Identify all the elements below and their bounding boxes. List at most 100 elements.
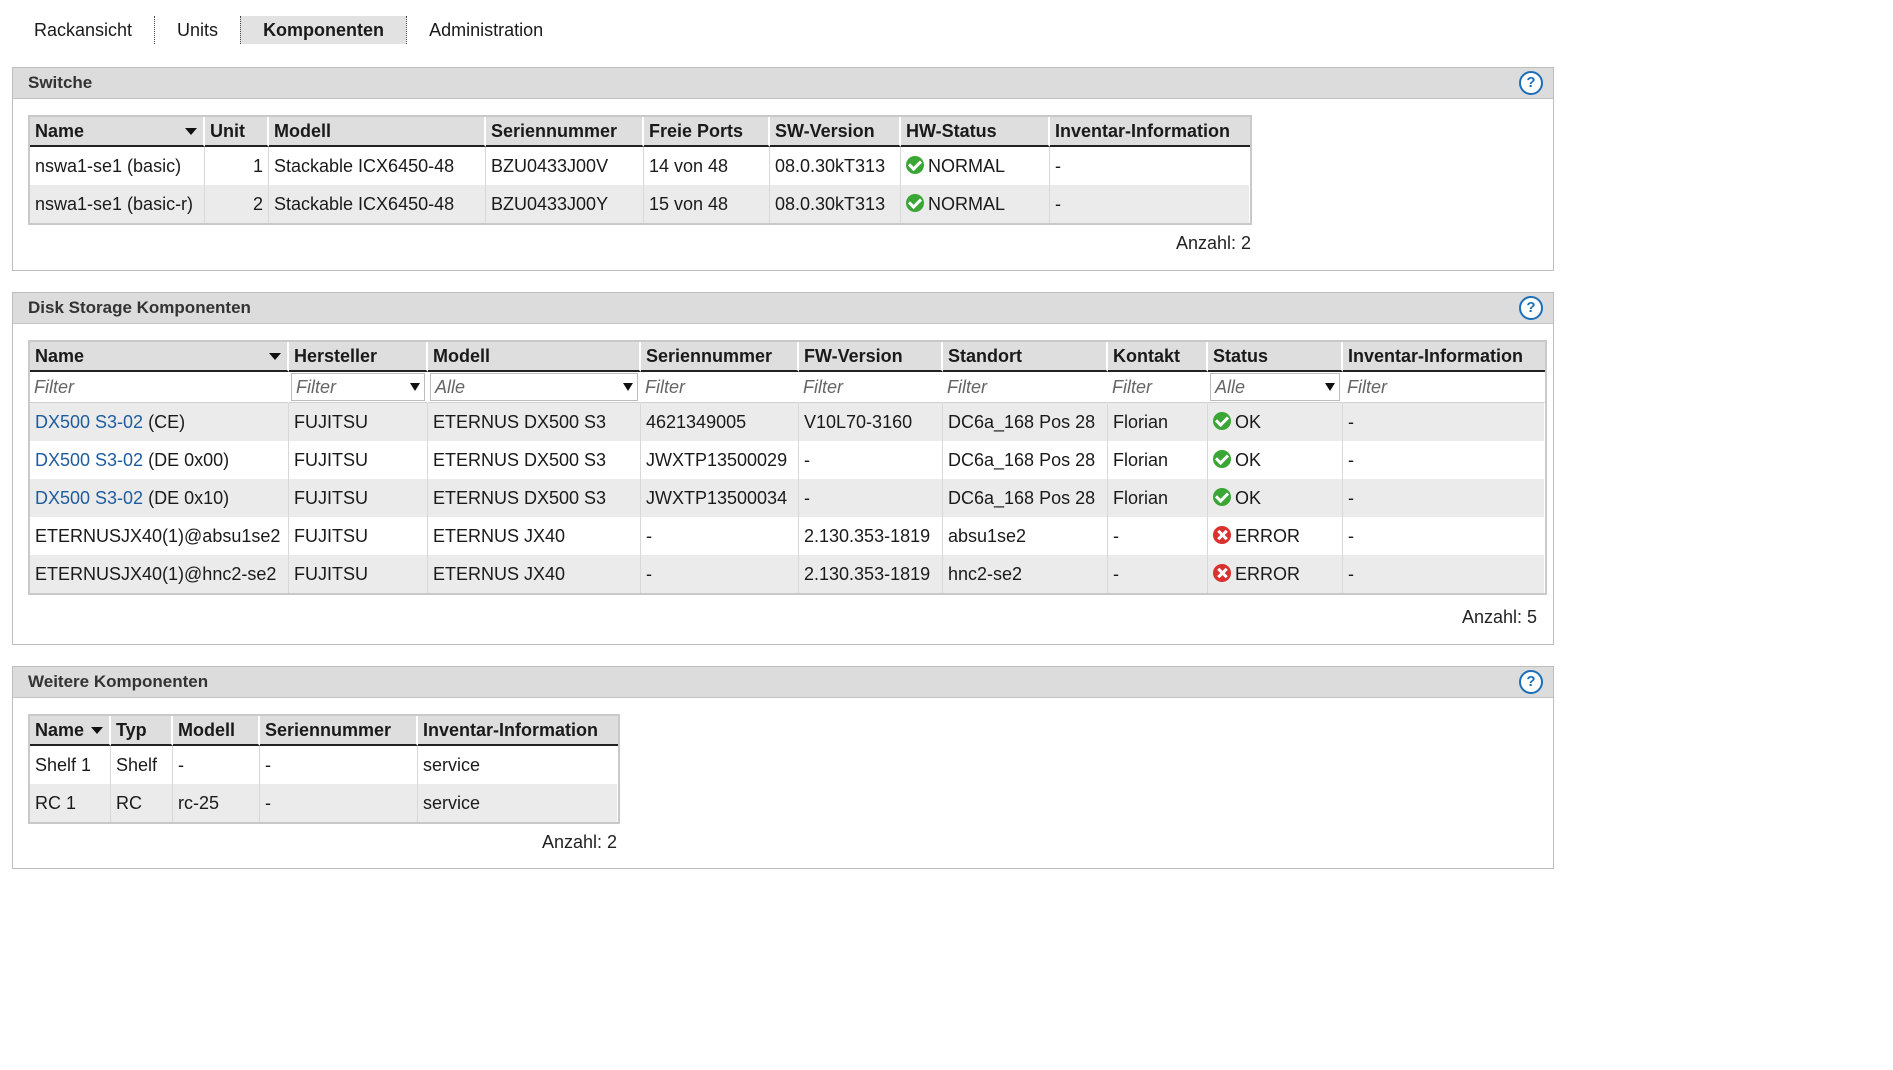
ok-icon bbox=[1213, 449, 1231, 468]
disk-fw-version: - bbox=[799, 441, 943, 479]
help-icon[interactable]: ? bbox=[1519, 670, 1543, 694]
table-row[interactable]: DX500 S3-02 (DE 0x10) FUJITSU ETERNUS DX… bbox=[30, 479, 1545, 517]
disk-serial: JWXTP13500029 bbox=[641, 441, 799, 479]
filter-vendor-cell: Filter bbox=[289, 372, 428, 403]
column-header-name[interactable]: Name bbox=[30, 117, 205, 147]
column-header-model[interactable]: Modell bbox=[173, 716, 260, 746]
switch-serial: BZU0433J00Y bbox=[486, 185, 644, 223]
switch-sw-version: 08.0.30kT313 bbox=[770, 147, 901, 185]
filter-serial-input[interactable]: Filter bbox=[643, 374, 796, 400]
component-name: Shelf 1 bbox=[30, 746, 111, 784]
filter-model-dropdown[interactable]: Alle bbox=[430, 373, 638, 401]
table-row[interactable]: nswa1-se1 (basic) 1 Stackable ICX6450-48… bbox=[30, 147, 1250, 185]
filter-name-cell: Filter bbox=[30, 372, 289, 403]
disk-status: OK bbox=[1208, 441, 1343, 479]
table-row[interactable]: DX500 S3-02 (DE 0x00) FUJITSU ETERNUS DX… bbox=[30, 441, 1545, 479]
filter-contact-cell: Filter bbox=[1108, 372, 1208, 403]
table-row[interactable]: Shelf 1 Shelf - - service bbox=[30, 746, 618, 784]
disk-inventory: - bbox=[1343, 403, 1545, 441]
column-header-status[interactable]: Status bbox=[1208, 342, 1343, 372]
column-header-location[interactable]: Standort bbox=[943, 342, 1108, 372]
column-header-fw-version[interactable]: FW-Version bbox=[799, 342, 943, 372]
column-header-model[interactable]: Modell bbox=[269, 117, 486, 147]
tab-units[interactable]: Units bbox=[154, 16, 240, 44]
disk-location: DC6a_168 Pos 28 bbox=[943, 403, 1108, 441]
switch-serial: BZU0433J00V bbox=[486, 147, 644, 185]
sort-desc-icon bbox=[91, 727, 103, 734]
sort-desc-icon bbox=[185, 128, 197, 135]
ok-icon bbox=[1213, 411, 1231, 430]
column-header-name[interactable]: Name bbox=[30, 716, 111, 746]
column-header-hw-status[interactable]: HW-Status bbox=[901, 117, 1050, 147]
column-header-free-ports[interactable]: Freie Ports bbox=[644, 117, 770, 147]
disk-serial: - bbox=[641, 555, 799, 593]
column-header-inventory[interactable]: Inventar-Information bbox=[418, 716, 618, 746]
column-header-vendor[interactable]: Hersteller bbox=[289, 342, 428, 372]
switch-free-ports: 15 von 48 bbox=[644, 185, 770, 223]
column-header-contact[interactable]: Kontakt bbox=[1108, 342, 1208, 372]
column-header-serial[interactable]: Seriennummer bbox=[486, 117, 644, 147]
switches-panel-header: Switche ? bbox=[13, 68, 1553, 99]
disk-storage-count: Anzahl: 5 bbox=[1461, 607, 1537, 627]
disk-name-link[interactable]: DX500 S3-02 bbox=[35, 450, 143, 470]
switches-table: Name Unit Modell Seriennummer Freie Port… bbox=[28, 115, 1252, 225]
tab-administration[interactable]: Administration bbox=[406, 16, 565, 44]
column-header-sw-version[interactable]: SW-Version bbox=[770, 117, 901, 147]
table-row[interactable]: ETERNUSJX40(1)@hnc2-se2 FUJITSU ETERNUS … bbox=[30, 555, 1545, 593]
error-icon bbox=[1213, 563, 1231, 582]
component-type: Shelf bbox=[111, 746, 173, 784]
help-icon[interactable]: ? bbox=[1519, 71, 1543, 95]
column-header-inventory[interactable]: Inventar-Information bbox=[1343, 342, 1545, 372]
disk-vendor: FUJITSU bbox=[289, 517, 428, 555]
filter-status-dropdown[interactable]: Alle bbox=[1210, 373, 1340, 401]
table-header-row: Name Hersteller Modell Seriennummer FW-V… bbox=[30, 342, 1545, 372]
table-row[interactable]: RC 1 RC rc-25 - service bbox=[30, 784, 618, 822]
disk-inventory: - bbox=[1343, 479, 1545, 517]
disk-name-link[interactable]: DX500 S3-02 bbox=[35, 412, 143, 432]
filter-contact-input[interactable]: Filter bbox=[1110, 374, 1205, 400]
disk-contact: Florian bbox=[1108, 403, 1208, 441]
filter-inventory-input[interactable]: Filter bbox=[1345, 374, 1542, 400]
other-components-panel: Weitere Komponenten ? Name Typ Modell Se… bbox=[12, 666, 1554, 869]
filter-location-input[interactable]: Filter bbox=[945, 374, 1105, 400]
disk-location: DC6a_168 Pos 28 bbox=[943, 479, 1108, 517]
table-row[interactable]: DX500 S3-02 (CE) FUJITSU ETERNUS DX500 S… bbox=[30, 403, 1545, 441]
ok-icon bbox=[906, 193, 924, 212]
ok-icon bbox=[1213, 487, 1231, 506]
disk-vendor: FUJITSU bbox=[289, 479, 428, 517]
switch-hw-status: NORMAL bbox=[901, 185, 1050, 223]
error-icon bbox=[1213, 525, 1231, 544]
filter-serial-cell: Filter bbox=[641, 372, 799, 403]
filter-fw-input[interactable]: Filter bbox=[801, 374, 940, 400]
column-header-type[interactable]: Typ bbox=[111, 716, 173, 746]
disk-storage-panel-title: Disk Storage Komponenten bbox=[28, 298, 251, 317]
column-header-unit[interactable]: Unit bbox=[205, 117, 269, 147]
tab-rackansicht[interactable]: Rackansicht bbox=[22, 16, 154, 44]
disk-inventory: - bbox=[1343, 441, 1545, 479]
switch-unit: 2 bbox=[205, 185, 269, 223]
disk-model: ETERNUS DX500 S3 bbox=[428, 403, 641, 441]
column-header-serial[interactable]: Seriennummer bbox=[641, 342, 799, 372]
filter-fw-cell: Filter bbox=[799, 372, 943, 403]
disk-status: ERROR bbox=[1208, 555, 1343, 593]
column-header-inventory[interactable]: Inventar-Information bbox=[1050, 117, 1250, 147]
component-type: RC bbox=[111, 784, 173, 822]
table-row[interactable]: nswa1-se1 (basic-r) 2 Stackable ICX6450-… bbox=[30, 185, 1250, 223]
filter-vendor-dropdown[interactable]: Filter bbox=[291, 373, 425, 401]
filter-name-input[interactable]: Filter bbox=[32, 374, 286, 400]
tab-komponenten[interactable]: Komponenten bbox=[240, 16, 407, 44]
disk-model: ETERNUS JX40 bbox=[428, 517, 641, 555]
column-header-serial[interactable]: Seriennummer bbox=[260, 716, 418, 746]
column-header-name[interactable]: Name bbox=[30, 342, 289, 372]
disk-serial: 4621349005 bbox=[641, 403, 799, 441]
disk-name-link[interactable]: DX500 S3-02 bbox=[35, 488, 143, 508]
switch-free-ports: 14 von 48 bbox=[644, 147, 770, 185]
disk-model: ETERNUS JX40 bbox=[428, 555, 641, 593]
other-components-count: Anzahl: 2 bbox=[541, 832, 617, 852]
column-header-model[interactable]: Modell bbox=[428, 342, 641, 372]
help-icon[interactable]: ? bbox=[1519, 296, 1543, 320]
dropdown-arrow-icon bbox=[623, 383, 633, 391]
disk-contact: Florian bbox=[1108, 441, 1208, 479]
disk-location: absu1se2 bbox=[943, 517, 1108, 555]
table-row[interactable]: ETERNUSJX40(1)@absu1se2 FUJITSU ETERNUS … bbox=[30, 517, 1545, 555]
